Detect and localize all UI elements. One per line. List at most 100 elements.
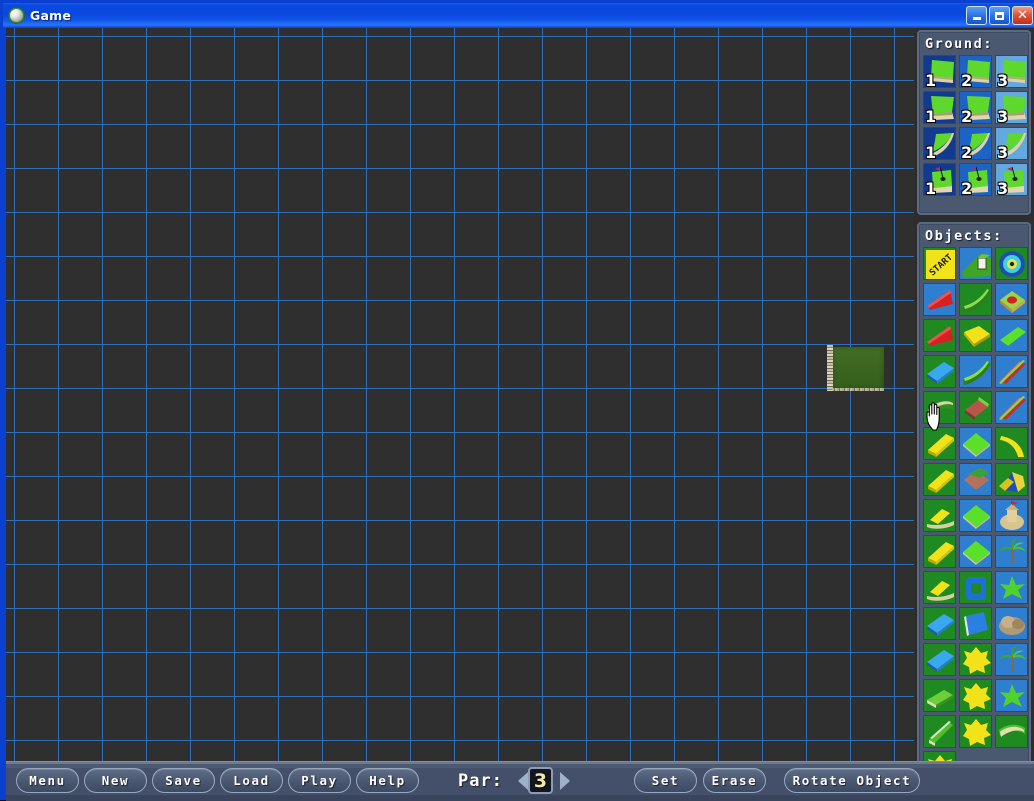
ground-tile-number: 3: [997, 179, 1009, 196]
object-yellow-splat-3[interactable]: [959, 715, 992, 748]
par-increment-button[interactable]: [560, 772, 570, 790]
rotate-object-button[interactable]: Rotate Object: [784, 768, 920, 793]
object-red-rail[interactable]: [995, 355, 1028, 388]
ground-tile-1[interactable]: 1: [923, 163, 956, 196]
placed-ground-tile[interactable]: [827, 345, 884, 391]
load-button[interactable]: Load: [220, 768, 283, 793]
level-editor-canvas[interactable]: [6, 28, 914, 761]
bottom-toolbar: Par: 3 Menu New Save Load Play Help Set Erase Ro…: [6, 761, 1034, 801]
object-green-channel[interactable]: [995, 715, 1028, 748]
ground-tile-2[interactable]: 2: [959, 55, 992, 88]
object-green-bridge[interactable]: [959, 355, 992, 388]
client-area: Ground: 1 2 3 1 2 3 1 2 3 1 2 3 Objects: START Par:…: [6, 28, 1034, 801]
object-yellow-splat[interactable]: [959, 643, 992, 676]
minimize-icon: [972, 17, 981, 20]
ground-tile-number: 3: [997, 143, 1009, 160]
object-palm-small[interactable]: [995, 643, 1028, 676]
object-red-plank[interactable]: [995, 391, 1028, 424]
object-yellow-wedge-2[interactable]: [923, 571, 956, 604]
ground-tile-number: 3: [997, 107, 1009, 124]
ground-tile-3[interactable]: 3: [995, 91, 1028, 124]
object-target-pad[interactable]: [995, 283, 1028, 316]
object-yellow-ramp-2[interactable]: [923, 535, 956, 568]
sand-bottom-texture: [832, 388, 884, 391]
object-blue-ramp-3[interactable]: [923, 643, 956, 676]
set-button[interactable]: Set: [634, 768, 697, 793]
object-sand-castle[interactable]: [995, 499, 1028, 532]
object-red-block[interactable]: [959, 391, 992, 424]
maximize-icon: [995, 11, 1004, 20]
ground-tile-number: 3: [997, 71, 1009, 88]
ground-tile-1[interactable]: 1: [923, 55, 956, 88]
ground-tile-number: 1: [925, 71, 937, 88]
object-green-pyramid[interactable]: [959, 499, 992, 532]
ground-panel-title: Ground:: [925, 36, 994, 52]
object-green-wedge[interactable]: [923, 715, 956, 748]
menu-button[interactable]: Menu: [16, 768, 79, 793]
object-blue-loop[interactable]: [959, 571, 992, 604]
object-yellow-block[interactable]: [923, 463, 956, 496]
new-button[interactable]: New: [84, 768, 147, 793]
ground-tile-number: 2: [961, 71, 973, 88]
object-brown-pad[interactable]: [959, 463, 992, 496]
ground-tile-number: 1: [925, 179, 937, 196]
object-hole-cup[interactable]: [995, 247, 1028, 280]
object-green-log[interactable]: [923, 679, 956, 712]
minimize-button[interactable]: [966, 6, 987, 25]
object-windmill[interactable]: [995, 463, 1028, 496]
help-button[interactable]: Help: [356, 768, 419, 793]
object-tee-marker[interactable]: [959, 247, 992, 280]
object-yellow-wedge[interactable]: [923, 499, 956, 532]
ground-palette-panel: Ground: 1 2 3 1 2 3 1 2 3 1 2 3: [917, 30, 1031, 215]
object-banana-curve[interactable]: [995, 427, 1028, 460]
window-title: Game: [30, 8, 71, 23]
object-rock[interactable]: [995, 607, 1028, 640]
ground-tile-2[interactable]: 2: [959, 91, 992, 124]
object-blue-ramp[interactable]: [923, 355, 956, 388]
object-shrub[interactable]: [995, 679, 1028, 712]
object-green-slab[interactable]: [995, 319, 1028, 352]
object-blue-ramp-2[interactable]: [923, 607, 956, 640]
erase-button[interactable]: Erase: [703, 768, 766, 793]
par-decrement-button[interactable]: [518, 772, 528, 790]
window-controls: ✕: [966, 6, 1033, 25]
ground-tile-2[interactable]: 2: [959, 127, 992, 160]
object-palm-tree[interactable]: [995, 535, 1028, 568]
sand-edge-texture: [827, 345, 833, 391]
close-icon: ✕: [1017, 8, 1028, 23]
object-yellow-splat-2[interactable]: [959, 679, 992, 712]
object-green-diamond[interactable]: [959, 427, 992, 460]
ground-tile-grid[interactable]: 1 2 3 1 2 3 1 2 3 1 2 3: [919, 55, 1029, 200]
ground-tile-3[interactable]: 3: [995, 127, 1028, 160]
object-green-pyramid-2[interactable]: [959, 535, 992, 568]
ground-tile-number: 2: [961, 143, 973, 160]
object-tile-grid[interactable]: START: [919, 247, 1029, 788]
ground-tile-3[interactable]: 3: [995, 55, 1028, 88]
close-button[interactable]: ✕: [1012, 6, 1033, 25]
game-window: Game ✕ Ground: 1 2 3 1 2 3 1 2 3 1 2 3 Objects: STA…: [0, 0, 1034, 801]
objects-palette-panel: Objects: START: [917, 222, 1031, 795]
object-start-sign[interactable]: START: [923, 247, 956, 280]
maximize-button[interactable]: [989, 6, 1010, 25]
title-bar: Game ✕: [3, 3, 1034, 28]
object-yellow-mat[interactable]: [959, 319, 992, 352]
ground-tile-2[interactable]: 2: [959, 163, 992, 196]
ground-tile-1[interactable]: 1: [923, 127, 956, 160]
hand-cursor: [924, 400, 950, 432]
object-red-wedge[interactable]: [923, 319, 956, 352]
save-button[interactable]: Save: [152, 768, 215, 793]
ground-tile-number: 2: [961, 179, 973, 196]
ground-tile-number: 1: [925, 143, 937, 160]
object-red-ramp[interactable]: [923, 283, 956, 316]
ball-icon: [8, 7, 25, 24]
object-green-bush[interactable]: [995, 571, 1028, 604]
play-button[interactable]: Play: [288, 768, 351, 793]
par-value: 3: [528, 767, 553, 794]
par-label: Par:: [458, 771, 503, 791]
ground-tile-1[interactable]: 1: [923, 91, 956, 124]
ground-tile-number: 2: [961, 107, 973, 124]
object-blue-book[interactable]: [959, 607, 992, 640]
objects-panel-title: Objects:: [925, 228, 1003, 244]
object-green-curve[interactable]: [959, 283, 992, 316]
ground-tile-3[interactable]: 3: [995, 163, 1028, 196]
